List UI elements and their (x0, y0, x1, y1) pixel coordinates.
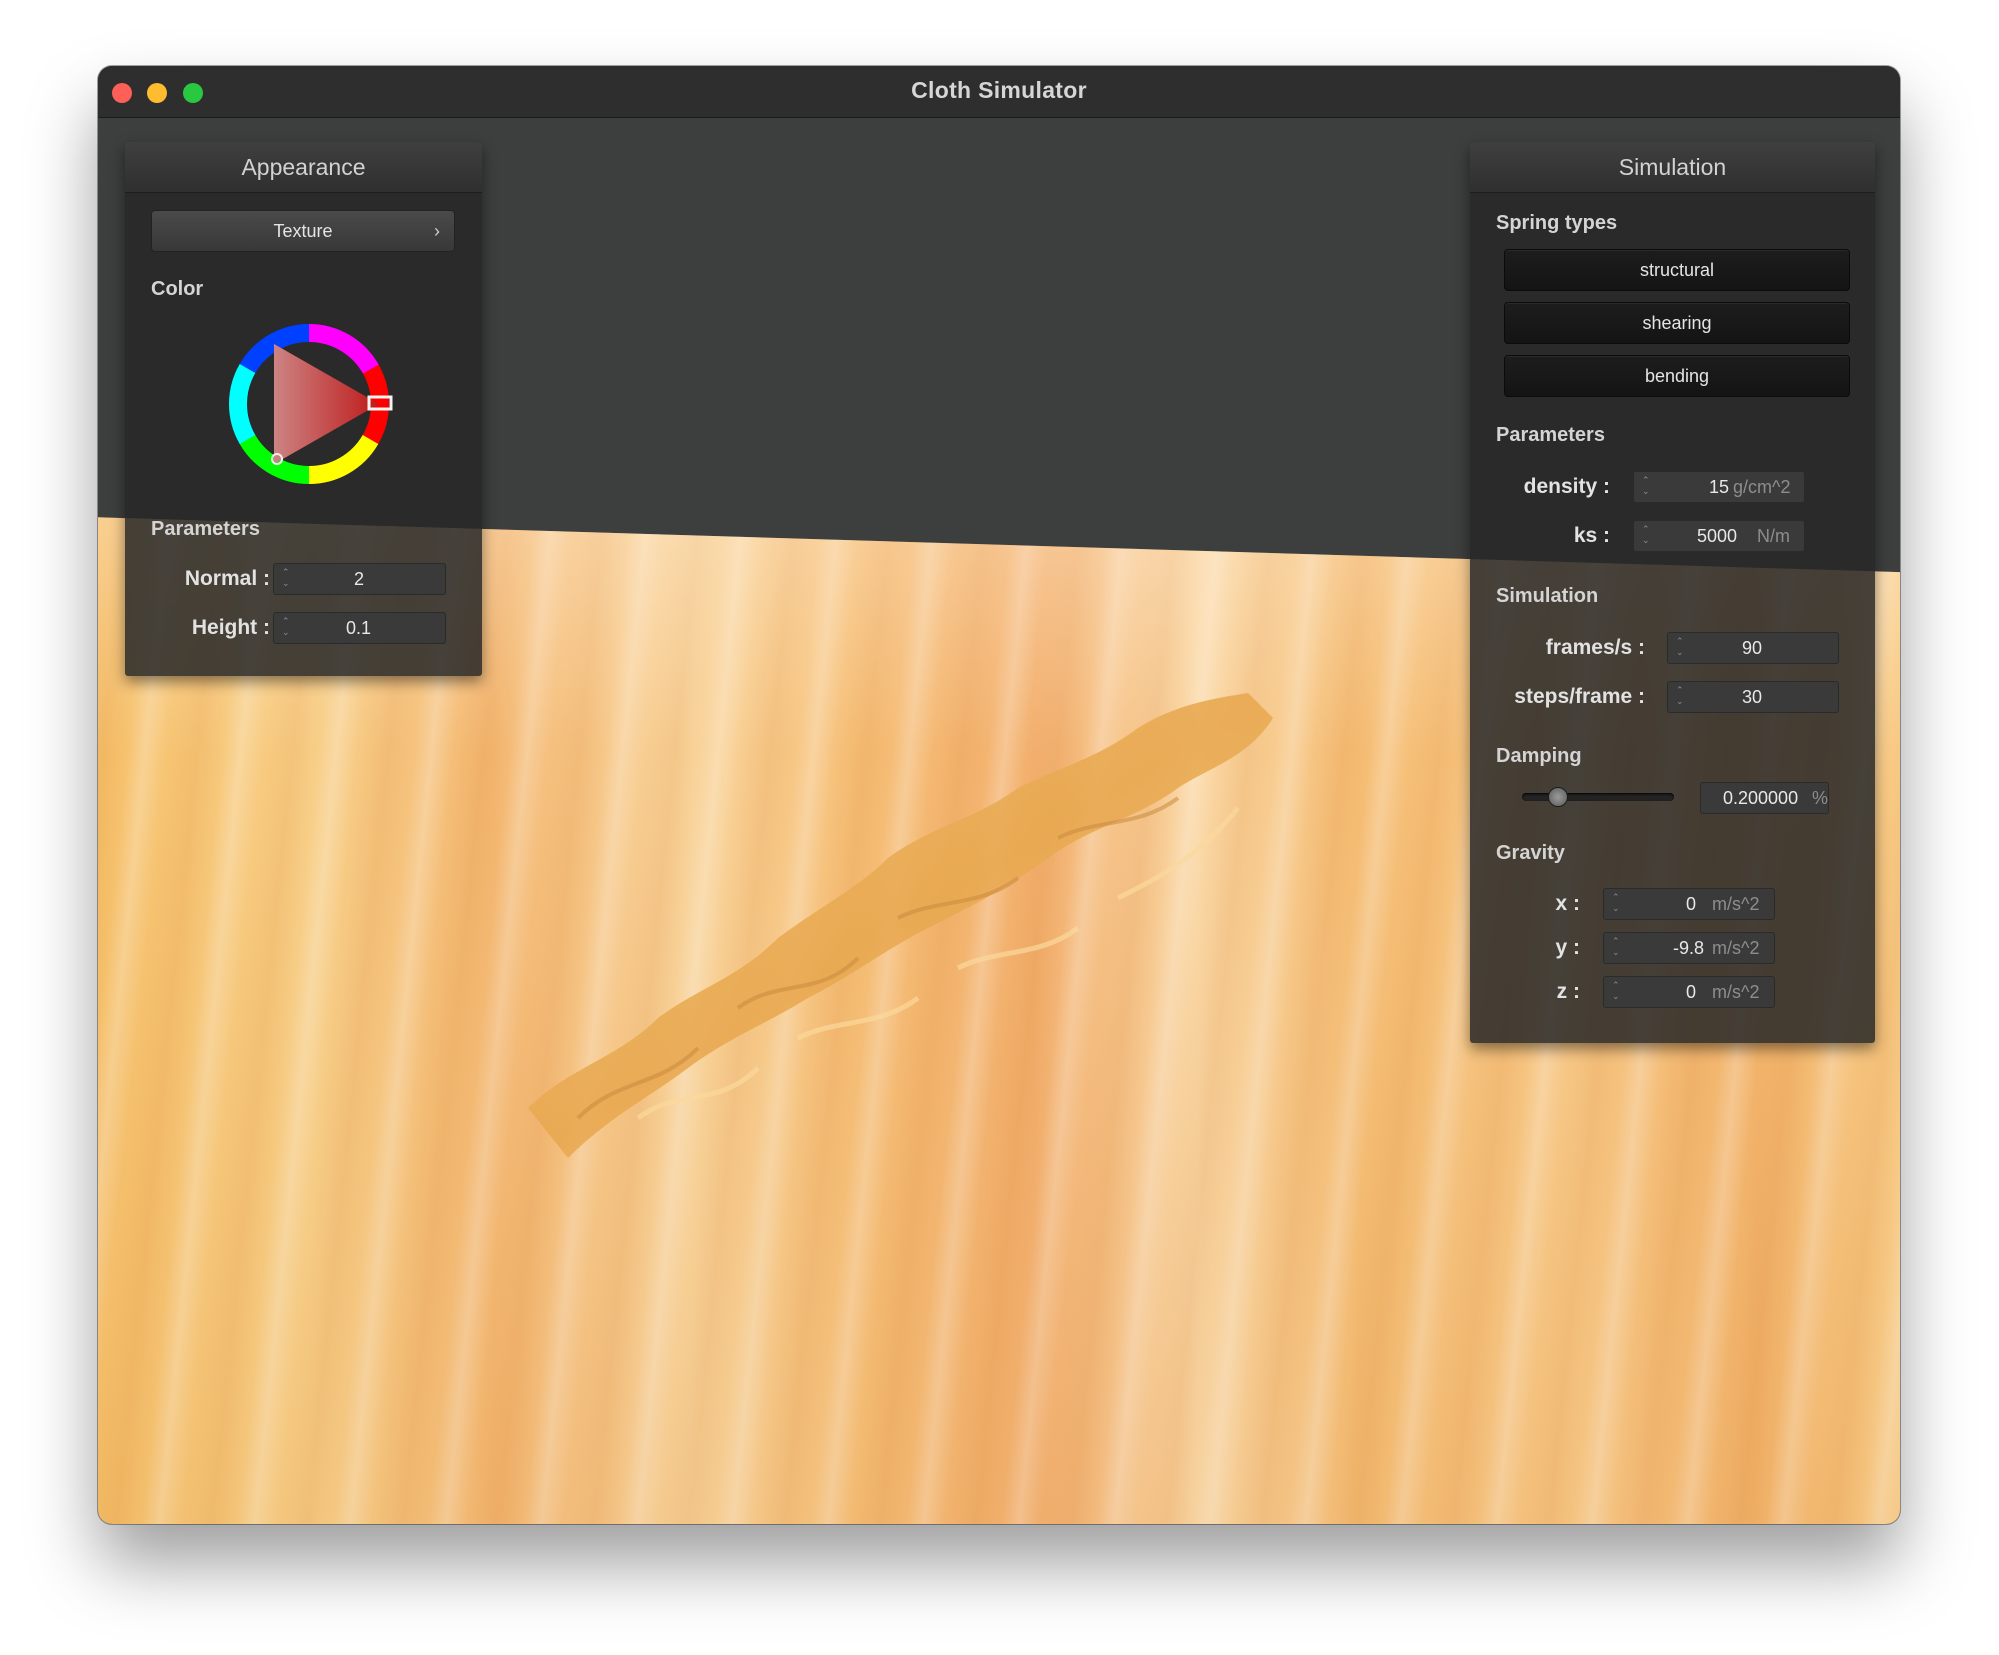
color-wheel[interactable] (224, 319, 394, 489)
height-label: Height : (191, 616, 270, 639)
gravity-z-label: z : (1556, 980, 1580, 1003)
ks-unit: N/m (1757, 526, 1790, 546)
simulation-parameters-label: Parameters (1496, 424, 1605, 446)
spring-types-label: Spring types (1496, 212, 1618, 234)
ks-value: 5000 (1697, 526, 1738, 546)
normal-label: Normal : (184, 567, 270, 590)
height-input[interactable]: ⌃ ⌄ 0.1 (273, 612, 446, 644)
gravity-x-value: 0 (1686, 894, 1697, 914)
gravity-z-value: 0 (1686, 982, 1697, 1002)
texture-button-label: Texture (273, 221, 333, 241)
window-title: Cloth Simulator (911, 77, 1087, 103)
gravity-x-unit: m/s^2 (1712, 894, 1760, 914)
gravity-x-label: x : (1555, 892, 1580, 915)
damping-unit: % (1812, 788, 1829, 808)
stepper-arrows-icon[interactable]: ⌃ ⌄ (1642, 475, 1650, 497)
appearance-panel: Appearance Texture › Color Parameters No… (125, 142, 482, 676)
density-value: 15 (1709, 477, 1730, 497)
steps-per-frame-value: 30 (1742, 687, 1763, 707)
color-label: Color (151, 278, 204, 300)
stepper-arrows-icon[interactable]: ⌃ ⌄ (1676, 685, 1684, 707)
gravity-label: Gravity (1496, 842, 1565, 864)
density-label: density : (1523, 475, 1610, 498)
damping-label: Damping (1496, 745, 1582, 767)
damping-value: 0.200000 (1723, 788, 1799, 808)
damping-slider[interactable] (1522, 787, 1674, 807)
ks-label: ks : (1573, 524, 1610, 547)
gravity-z-input[interactable]: ⌃ ⌄ 0 m/s^2 (1603, 976, 1775, 1008)
gravity-x-input[interactable]: ⌃ ⌄ 0 m/s^2 (1603, 888, 1775, 920)
simulation-header: Simulation (1470, 142, 1875, 193)
bending-spring-button[interactable]: bending (1504, 355, 1850, 397)
structural-spring-button[interactable]: structural (1504, 249, 1850, 291)
ks-input[interactable]: ⌃ ⌄ 5000 N/m (1633, 520, 1805, 552)
gravity-y-value: -9.8 (1673, 938, 1705, 958)
normal-input[interactable]: ⌃ ⌄ 2 (273, 563, 446, 595)
stepper-arrows-icon[interactable]: ⌃ ⌄ (282, 616, 290, 638)
simulation-panel: Simulation Spring types structural shear… (1470, 142, 1875, 1043)
shearing-spring-button[interactable]: shearing (1504, 302, 1850, 344)
title-bar: Cloth Simulator (98, 66, 1900, 118)
stepper-arrows-icon[interactable]: ⌃ ⌄ (1612, 980, 1620, 1002)
stepper-arrows-icon[interactable]: ⌃ ⌄ (1642, 524, 1650, 546)
height-value: 0.1 (346, 618, 372, 638)
frames-per-second-label: frames/s : (1545, 636, 1645, 659)
gravity-y-unit: m/s^2 (1712, 938, 1760, 958)
appearance-header: Appearance (125, 142, 482, 193)
frames-per-second-value: 90 (1742, 638, 1763, 658)
stepper-arrows-icon[interactable]: ⌃ ⌄ (1676, 636, 1684, 658)
frames-per-second-input[interactable]: ⌃ ⌄ 90 (1667, 632, 1839, 664)
stepper-arrows-icon[interactable]: ⌃ ⌄ (1612, 936, 1620, 958)
stepper-arrows-icon[interactable]: ⌃ ⌄ (282, 567, 290, 589)
density-input[interactable]: ⌃ ⌄ 15 g/cm^2 (1633, 471, 1805, 503)
gravity-z-unit: m/s^2 (1712, 982, 1760, 1002)
steps-per-frame-label: steps/frame : (1514, 685, 1645, 708)
appearance-parameters-label: Parameters (151, 518, 260, 540)
texture-button[interactable]: Texture › (151, 210, 455, 252)
damping-value-field[interactable]: 0.200000 % (1700, 782, 1829, 814)
chevron-right-icon: › (434, 221, 440, 241)
normal-value: 2 (354, 569, 365, 589)
gravity-y-label: y : (1555, 936, 1580, 959)
steps-per-frame-input[interactable]: ⌃ ⌄ 30 (1667, 681, 1839, 713)
gravity-y-input[interactable]: ⌃ ⌄ -9.8 m/s^2 (1603, 932, 1775, 964)
density-unit: g/cm^2 (1733, 477, 1791, 497)
stepper-arrows-icon[interactable]: ⌃ ⌄ (1612, 892, 1620, 914)
simulation-section-label: Simulation (1496, 585, 1599, 607)
damping-slider-thumb[interactable] (1548, 787, 1568, 807)
